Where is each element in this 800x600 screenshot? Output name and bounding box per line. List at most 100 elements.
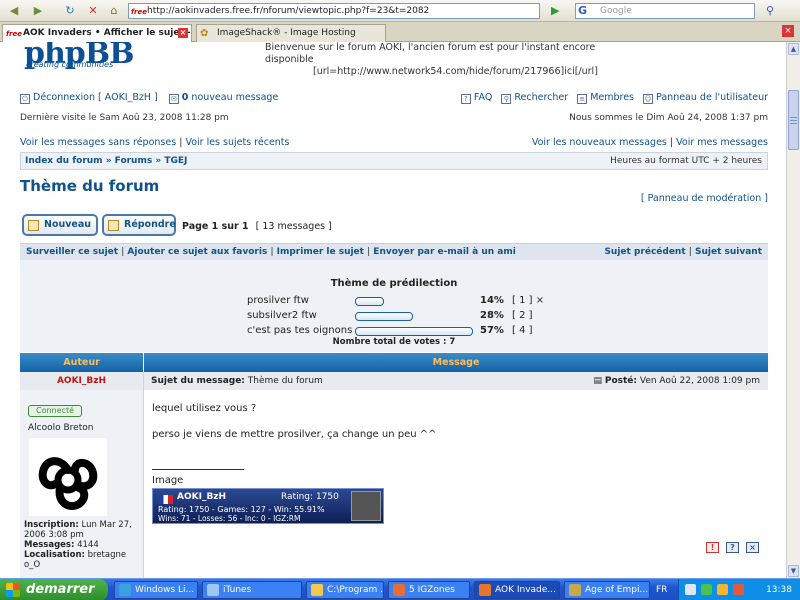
taskbar-item-explorer[interactable]: C:\Program ... <box>306 581 384 599</box>
itunes-icon <box>207 584 219 596</box>
avatar <box>29 438 107 516</box>
taskbar-item-itunes[interactable]: iTunes <box>202 581 302 599</box>
retract-vote-icon[interactable]: × <box>536 295 544 306</box>
signature-portrait <box>351 491 381 521</box>
user-panel-link[interactable]: ☺ Panneau de l'utilisateur <box>643 92 768 104</box>
signature-stats: Rating: 1750 - Games: 127 - Win: 55.91% <box>158 505 325 514</box>
breadcrumb-forum-index[interactable]: Index du forum <box>25 156 103 166</box>
close-tab-icon[interactable]: × <box>782 25 794 37</box>
members-link[interactable]: ≡ Membres <box>577 92 634 104</box>
email-topic-link[interactable]: Envoyer par e-mail à un ami <box>373 247 516 257</box>
reload-icon[interactable]: ↻ <box>62 3 78 19</box>
prev-topic-link[interactable]: Sujet précédent <box>604 247 685 257</box>
url-field[interactable]: free http://aokinvaders.free.fr/nforum/v… <box>128 3 540 19</box>
tray-security-icon[interactable] <box>733 584 744 595</box>
logo-tagline: creating communities <box>26 60 114 69</box>
search-link[interactable]: ⚲ Rechercher <box>501 92 569 104</box>
new-posts-link[interactable]: Voir les nouveaux messages <box>532 137 667 148</box>
new-topic-label: Nouveau <box>44 219 92 230</box>
quick-links: Voir les messages sans réponses | Voir l… <box>20 137 768 151</box>
new-topic-button[interactable]: Nouveau <box>22 214 98 236</box>
free-favicon-icon: free <box>6 30 22 38</box>
scroll-up-icon[interactable]: ▲ <box>788 43 799 55</box>
go-icon[interactable]: ▶ <box>551 4 565 18</box>
tab-imageshack[interactable]: ✿ ImageShack® - Image Hosting <box>196 24 386 42</box>
delete-icon[interactable]: × <box>746 542 759 553</box>
separator: | <box>669 137 674 148</box>
print-topic-link[interactable]: Imprimer le sujet <box>277 247 364 257</box>
home-icon[interactable]: ⌂ <box>106 3 122 19</box>
stop-icon[interactable]: ✕ <box>85 3 101 19</box>
new-messages-link[interactable]: ✉ 0 nouveau message <box>168 92 278 104</box>
topic-actions: Surveiller ce sujet | Ajouter ce sujet a… <box>20 243 768 260</box>
taskbar: demarrer Windows Li... iTunes C:\Program… <box>0 578 800 600</box>
signature-image-label: Image <box>152 475 184 486</box>
url-text: http://aokinvaders.free.fr/nforum/viewto… <box>147 6 430 16</box>
info-icon[interactable]: ? <box>726 542 739 553</box>
search-go-icon[interactable]: ⚲ <box>762 3 778 19</box>
task-label: AOK Invade... <box>495 585 556 595</box>
report-icon[interactable]: ! <box>706 542 719 553</box>
scroll-thumb[interactable] <box>788 90 799 150</box>
poll-votes: [ 4 ] <box>512 325 533 336</box>
taskbar-item-igzones[interactable]: 5 IGZones <box>388 581 470 599</box>
watch-topic-link[interactable]: Surveiller ce sujet <box>26 247 118 257</box>
post-author[interactable]: AOKI_BzH <box>20 372 144 390</box>
taskbar-item-age-of-empires[interactable]: Age of Empi... <box>564 581 650 599</box>
tray-network-icon[interactable] <box>717 584 728 595</box>
new-messages-count: 0 <box>181 92 189 103</box>
breadcrumb-forums[interactable]: Forums <box>115 156 153 166</box>
language-indicator[interactable]: FR <box>656 583 674 597</box>
moderation-panel-link[interactable]: Panneau de modération <box>648 193 762 204</box>
tab-label: AOK Invaders • Afficher le sujet -... <box>23 28 192 38</box>
breadcrumb-tgej[interactable]: TGEJ <box>164 156 187 166</box>
subject-value[interactable]: Thème du forum <box>248 376 323 386</box>
logout-link[interactable]: ⏻ Déconnexion [ AOKI_BzH ] <box>20 92 158 104</box>
unanswered-link[interactable]: Voir les messages sans réponses <box>20 137 176 148</box>
my-posts-link[interactable]: Voir mes messages <box>676 137 768 148</box>
tray-messenger-icon[interactable] <box>701 584 712 595</box>
next-topic-link[interactable]: Sujet suivant <box>695 247 762 257</box>
tray-arrow-icon[interactable] <box>685 584 696 595</box>
poll-option-label: subsilver2 ftw <box>247 310 317 321</box>
separator: | <box>688 247 692 257</box>
game-icon <box>569 584 581 596</box>
taskbar-item-windows-live[interactable]: Windows Li... <box>114 581 198 599</box>
messages-value: 4144 <box>77 540 99 550</box>
site-description: Bienvenue sur le forum AOKI, l'ancien fo… <box>265 42 645 78</box>
poll-title: Thème de prédilection <box>330 278 458 289</box>
recent-topics-link[interactable]: Voir les sujets récents <box>185 137 289 148</box>
signature-name: AOKI_BzH <box>177 492 227 502</box>
breadcrumb-sep: » <box>105 156 112 166</box>
timezone-info: Heures au format UTC + 2 heures <box>610 156 762 166</box>
poll-bar <box>355 312 413 321</box>
tab-close-icon[interactable]: × <box>178 28 188 38</box>
tab-bar: free AOK Invaders • Afficher le sujet -.… <box>0 22 800 42</box>
poll-percent: 28% <box>480 310 504 321</box>
forward-icon[interactable]: ▶ <box>30 3 46 19</box>
post-icon[interactable]: ▤ <box>593 376 602 386</box>
phpbb-logo[interactable]: phpBB creating communities <box>22 42 134 71</box>
poll-percent: 14% <box>480 295 504 306</box>
reply-button[interactable]: Répondre <box>102 214 176 236</box>
poll-votes: [ 2 ] <box>512 310 533 321</box>
location-label: Localisation: <box>24 550 85 560</box>
search-field[interactable]: G Google <box>575 3 755 19</box>
poll-votes-count: [ 1 ] <box>512 295 533 306</box>
task-label: C:\Program ... <box>327 585 384 595</box>
bookmark-topic-link[interactable]: Ajouter ce sujet aux favoris <box>127 247 267 257</box>
scroll-down-icon[interactable]: ▼ <box>788 565 799 577</box>
faq-link[interactable]: ? FAQ <box>460 92 492 104</box>
grip-line <box>790 117 797 118</box>
search-label: Rechercher <box>514 92 569 103</box>
clock: 13:38 <box>766 585 792 595</box>
taskbar-item-firefox[interactable]: AOK Invade... <box>474 581 560 599</box>
back-icon[interactable]: ◀ <box>6 3 22 19</box>
tab-aok-invaders[interactable]: free AOK Invaders • Afficher le sujet -.… <box>2 24 192 42</box>
logout-label: Déconnexion [ AOKI_BzH ] <box>33 92 158 103</box>
start-button[interactable]: demarrer <box>0 579 108 600</box>
signature-banner[interactable]: AOKI_BzH Rating: 1750 Rating: 1750 - Gam… <box>152 488 384 524</box>
reply-label: Répondre <box>124 219 176 230</box>
topic-title[interactable]: Thème du forum <box>20 177 159 195</box>
page-scrollbar[interactable]: ▲ ▼ <box>786 42 800 578</box>
